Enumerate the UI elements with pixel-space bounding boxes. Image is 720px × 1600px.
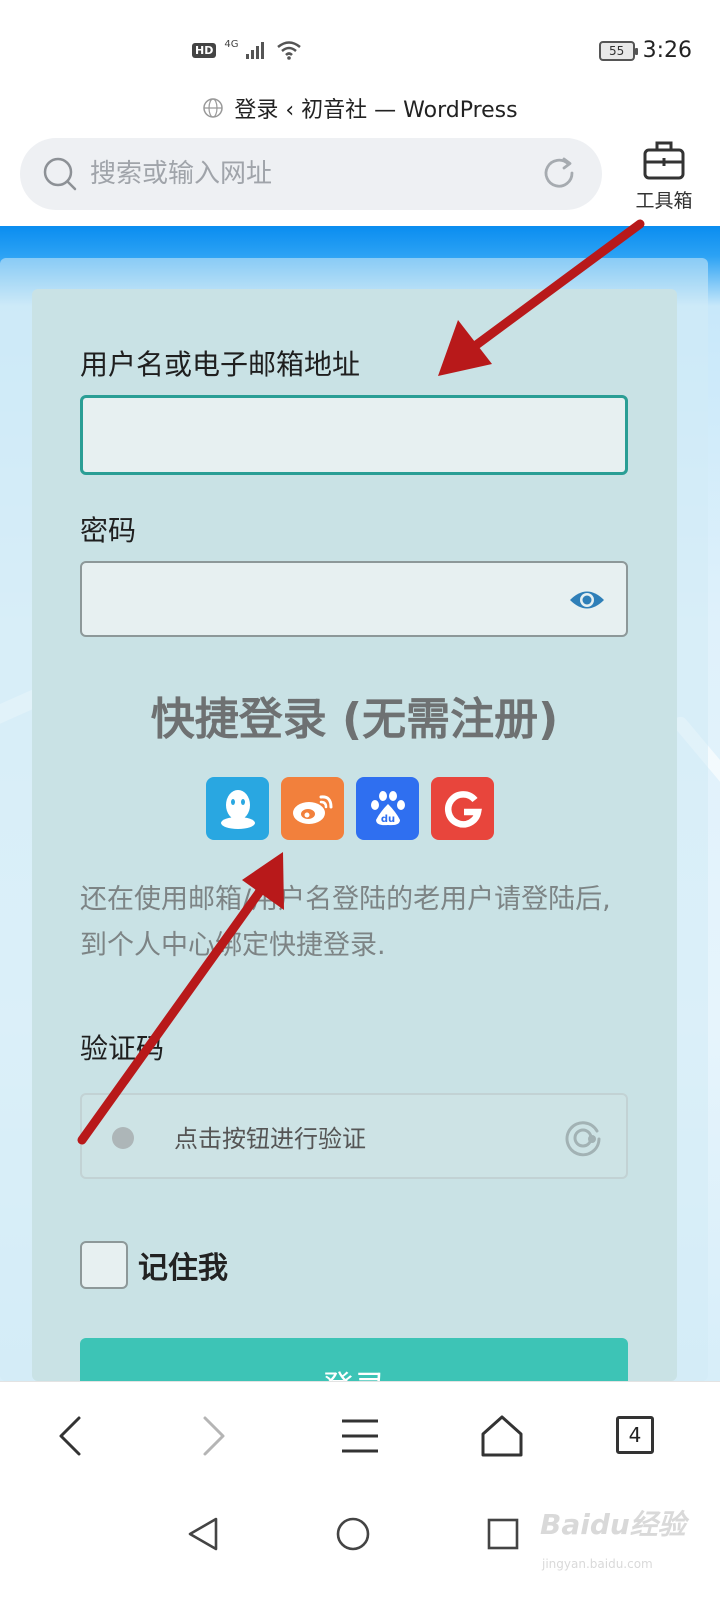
page-title: 登录 ‹ 初音社 — WordPress [234, 98, 518, 123]
watermark-sub: jingyan.baidu.com [542, 1557, 653, 1571]
triangle-back-icon [188, 1517, 218, 1551]
eye-icon[interactable] [568, 587, 606, 613]
status-right: 55 3:26 [598, 38, 692, 63]
network-type: 4G [224, 38, 239, 50]
status-left: HD 4G [192, 38, 302, 60]
wifi-icon [277, 41, 302, 60]
globe-icon [203, 98, 224, 118]
menu-icon [342, 1419, 378, 1453]
login-button[interactable]: 登录 [80, 1338, 628, 1381]
menu-button[interactable] [330, 1408, 390, 1464]
social-login-row: du [206, 777, 494, 840]
google-icon [444, 790, 482, 828]
svg-text:du: du [380, 814, 394, 825]
qq-login-button[interactable] [206, 777, 269, 840]
browser-toolbar: 4 [0, 1381, 720, 1485]
captcha-dot-icon [112, 1127, 134, 1149]
back-button[interactable] [40, 1408, 100, 1464]
hd-badge: HD [192, 42, 217, 58]
page-title-row: 登录 ‹ 初音社 — WordPress [0, 90, 720, 126]
chevron-right-icon [203, 1416, 225, 1456]
square-recents-icon [487, 1518, 519, 1550]
remember-me-checkbox[interactable] [80, 1241, 128, 1289]
login-form: 用户名或电子邮箱地址 密码 快捷登录 (无需注册) du 还在使用邮箱/用户名登… [32, 289, 677, 1381]
page-content[interactable]: 用户名或电子邮箱地址 密码 快捷登录 (无需注册) du 还在使用邮箱/用户名登… [0, 226, 720, 1381]
circle-home-icon [336, 1517, 370, 1551]
captcha-logo-icon [565, 1121, 601, 1157]
weibo-login-button[interactable] [281, 777, 344, 840]
weibo-icon [292, 794, 332, 824]
search-icon [43, 157, 77, 191]
baidu-icon: du [370, 790, 405, 825]
remember-me-label[interactable]: 记住我 [138, 1243, 228, 1287]
quick-login-heading: 快捷登录 (无需注册) [150, 694, 559, 745]
baidu-jingyan-watermark: Baidu经验 jingyan.baidu.com [540, 1493, 710, 1593]
password-input[interactable] [82, 563, 626, 635]
system-recents-button[interactable] [478, 1509, 528, 1559]
system-back-button[interactable] [178, 1509, 228, 1559]
captcha-label: 验证码 [80, 1032, 165, 1065]
tab-count-button[interactable]: 4 [616, 1416, 654, 1454]
google-login-button[interactable] [431, 777, 494, 840]
username-field[interactable] [80, 395, 628, 475]
toolbox-label: 工具箱 [635, 190, 693, 212]
watermark-text: Baidu经验 [540, 1508, 686, 1541]
qq-icon [220, 789, 255, 829]
captcha-button[interactable]: 点击按钮进行验证 [80, 1093, 628, 1179]
chevron-left-icon [59, 1416, 81, 1456]
home-button[interactable] [472, 1408, 532, 1464]
status-bar: HD 4G 55 3:26 [0, 0, 720, 90]
home-icon [481, 1415, 523, 1457]
battery-icon: 55 [598, 40, 638, 61]
system-home-button[interactable] [328, 1509, 378, 1559]
clock: 3:26 [642, 38, 692, 63]
baidu-login-button[interactable]: du [356, 777, 419, 840]
address-input[interactable] [90, 152, 530, 196]
forward-button[interactable] [184, 1408, 244, 1464]
system-nav-bar: Baidu经验 jingyan.baidu.com [0, 1485, 720, 1600]
signal-icon [246, 42, 265, 59]
username-input[interactable] [83, 398, 625, 472]
battery-level: 55 [608, 43, 625, 58]
info-text: 还在使用邮箱/用户名登陆的老用户请登陆后, 到个人中心绑定快捷登录. [80, 884, 611, 961]
toolbox-button[interactable]: 工具箱 [612, 138, 716, 218]
captcha-text: 点击按钮进行验证 [174, 1125, 366, 1153]
password-field[interactable] [80, 561, 628, 637]
username-label: 用户名或电子邮箱地址 [80, 348, 361, 381]
refresh-icon[interactable] [540, 154, 578, 192]
address-bar[interactable] [20, 138, 602, 210]
password-label: 密码 [80, 514, 137, 547]
toolbox-icon [643, 141, 685, 180]
